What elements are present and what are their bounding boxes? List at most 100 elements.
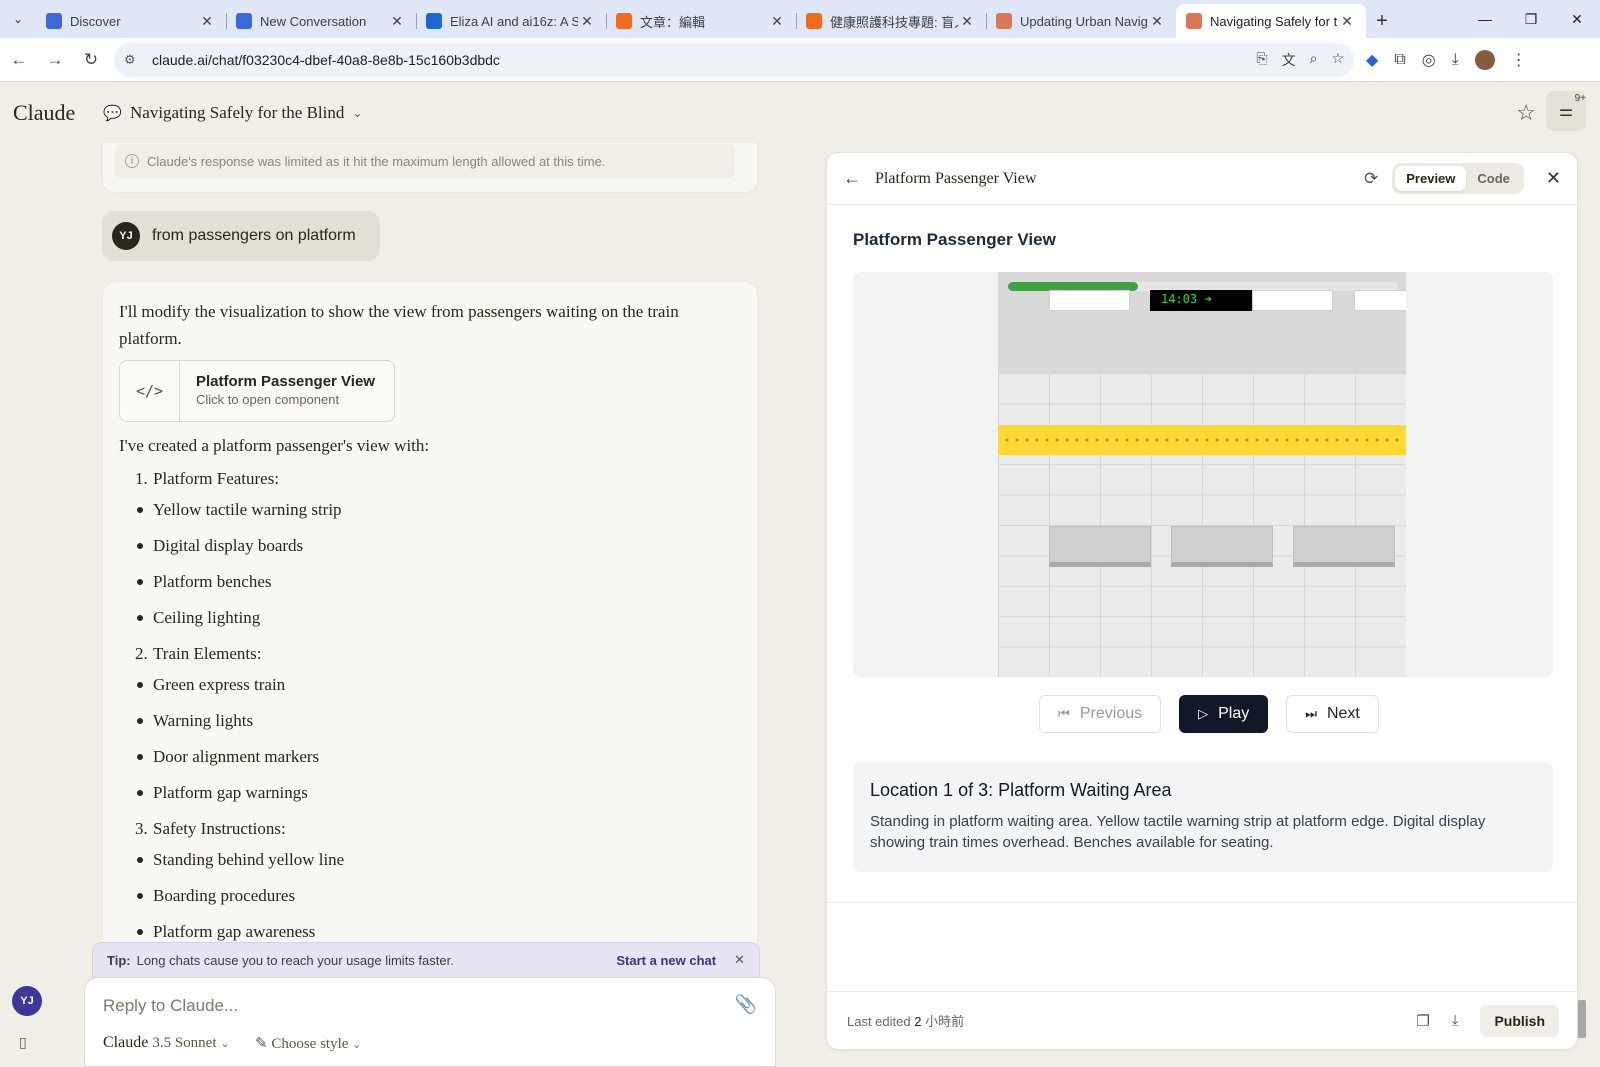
chevron-down-icon: ⌄ xyxy=(352,105,363,120)
skip-forward-icon: ⏭ xyxy=(1305,706,1317,721)
lightning-icon xyxy=(46,13,62,29)
bookmark-star-icon[interactable]: ☆ xyxy=(1331,50,1344,70)
restore-icon[interactable]: ❐ xyxy=(1508,0,1554,38)
list-number: 3. xyxy=(135,819,148,838)
list-item: Door alignment markers xyxy=(119,743,741,770)
tab-code[interactable]: Code xyxy=(1466,166,1521,191)
artifact-panel-header: ← Platform Passenger View ⟳ Preview Code… xyxy=(827,153,1577,205)
install-app-icon[interactable]: ⎘ xyxy=(1256,50,1267,70)
style-selector[interactable]: ✎ Choose style ⌄ xyxy=(255,1034,361,1053)
chat-bubble-icon: 💬 xyxy=(103,105,123,122)
composer: Reply to Claude... 📎 Claude 3.5 Sonnet ⌄… xyxy=(84,977,776,1067)
model-selector[interactable]: Claude 3.5 Sonnet ⌄ xyxy=(103,1034,230,1052)
refresh-icon[interactable]: ⟳ xyxy=(1364,169,1378,189)
close-panel-icon[interactable]: ✕ xyxy=(1546,168,1561,189)
list-heading-text: Train Elements: xyxy=(153,644,262,663)
platform-bench xyxy=(1293,526,1395,567)
browser-tab[interactable]: 文章：編輯 ✕ xyxy=(606,4,796,38)
tab-preview[interactable]: Preview xyxy=(1395,166,1467,191)
reload-icon[interactable]: ↻ xyxy=(74,43,108,77)
close-tab-icon[interactable]: ✕ xyxy=(388,13,406,30)
close-tab-icon[interactable]: ✕ xyxy=(198,13,216,30)
url-text: claude.ai/chat/f03230c4-dbef-40a8-8e8b-1… xyxy=(152,51,500,68)
close-tab-icon[interactable]: ✕ xyxy=(958,13,976,30)
conversation-title-button[interactable]: 💬 Navigating Safely for the Blind ⌄ xyxy=(103,103,362,123)
minimize-icon[interactable]: — xyxy=(1462,0,1508,38)
browser-tab-title: Navigating Safely for th xyxy=(1210,13,1338,29)
translate-icon[interactable]: 文 xyxy=(1282,50,1296,70)
address-bar: ← → ↻ ⚙ claude.ai/chat/f03230c4-dbef-40a… xyxy=(0,38,1600,82)
close-tab-icon[interactable]: ✕ xyxy=(1338,13,1356,30)
lightning-icon xyxy=(236,13,252,29)
claude-icon xyxy=(996,13,1012,29)
floor-tiles xyxy=(998,373,1406,677)
previous-label: Previous xyxy=(1079,705,1143,722)
browser-tab[interactable]: Discover ✕ xyxy=(36,4,226,38)
copy-icon[interactable]: ❐ xyxy=(1416,1012,1429,1030)
list-item: Standing behind yellow line xyxy=(119,846,741,873)
close-tab-icon[interactable]: ✕ xyxy=(768,13,786,30)
url-field[interactable]: ⚙ claude.ai/chat/f03230c4-dbef-40a8-8e8b… xyxy=(114,42,1354,77)
assistant-intro: I'll modify the visualization to show th… xyxy=(119,302,679,348)
sidebar-toggle-icon[interactable]: ▯ xyxy=(19,1034,27,1051)
chat-settings-button[interactable]: ⚌ 9+ xyxy=(1546,91,1586,131)
extensions-puzzle-icon[interactable]: ⧉ xyxy=(1394,51,1405,69)
profile-avatar[interactable] xyxy=(1474,49,1495,70)
scene-canvas: 14:03 ➜ xyxy=(998,272,1406,677)
open-artifact-button[interactable]: </> Platform Passenger View Click to ope… xyxy=(119,360,395,422)
blogger-icon xyxy=(616,13,632,29)
browser-menu-icon[interactable]: ⋮ xyxy=(1511,50,1527,70)
browser-tab-title: New Conversation xyxy=(260,13,367,29)
forward-icon[interactable]: → xyxy=(38,43,72,77)
list-item: Boarding procedures xyxy=(119,882,741,909)
page-scrollbar[interactable] xyxy=(1578,1000,1586,1038)
last-edited-suffix: 小時前 xyxy=(925,1014,965,1029)
start-new-chat-link[interactable]: Start a new chat xyxy=(616,953,716,968)
browser-tab[interactable]: 健康照護科技專題: 盲人 ✕ xyxy=(796,4,986,38)
extension-icon[interactable]: ◆ xyxy=(1366,50,1378,70)
browser-tab[interactable]: Eliza AI and ai16z: A Su ✕ xyxy=(416,4,606,38)
info-icon: i xyxy=(125,154,139,168)
claude-icon xyxy=(1186,13,1202,29)
train-time-display: 14:03 ➜ xyxy=(1150,290,1252,311)
sliders-icon: ⚌ xyxy=(1558,103,1574,120)
tip-label: Tip: xyxy=(107,952,131,968)
reply-input[interactable]: Reply to Claude... xyxy=(103,996,238,1016)
list-item: Yellow tactile warning strip xyxy=(119,496,741,523)
performance-icon[interactable]: ◎ xyxy=(1422,50,1436,70)
zoom-icon[interactable]: ⌕ xyxy=(1310,50,1318,70)
previous-button[interactable]: ⏮ Previous xyxy=(1039,695,1162,733)
browser-tab[interactable]: New Conversation ✕ xyxy=(226,4,416,38)
browser-tab-title: 文章：編輯 xyxy=(640,14,706,30)
download-icon[interactable]: ⤓ xyxy=(1452,1012,1459,1029)
account-avatar[interactable]: YJ xyxy=(12,986,42,1016)
close-tab-icon[interactable]: ✕ xyxy=(1148,13,1166,30)
back-arrow-icon[interactable]: ← xyxy=(843,168,861,189)
back-icon[interactable]: ← xyxy=(2,43,36,77)
next-button[interactable]: ⏭ Next xyxy=(1286,695,1379,733)
download-icon[interactable]: ⤓ xyxy=(1452,51,1459,69)
chevron-down-icon: ⌄ xyxy=(352,1039,362,1051)
tab-search-icon[interactable]: ⌄ xyxy=(0,0,36,38)
next-label: Next xyxy=(1326,705,1360,722)
paperclip-icon[interactable]: 📎 xyxy=(735,994,757,1015)
browser-tab[interactable]: Navigating Safely for th ✕ xyxy=(1176,4,1366,38)
app-header: Claude 💬 Navigating Safely for the Blind… xyxy=(0,83,1600,143)
publish-button[interactable]: Publish xyxy=(1480,1004,1559,1037)
star-icon[interactable]: ☆ xyxy=(1516,100,1536,126)
model-version: 3.5 Sonnet xyxy=(152,1035,217,1051)
claude-logo[interactable]: Claude xyxy=(13,100,75,126)
new-tab-button[interactable]: + xyxy=(1366,4,1398,38)
close-tab-icon[interactable]: ✕ xyxy=(578,13,596,30)
close-icon[interactable]: ✕ xyxy=(734,952,745,968)
list-item: Platform benches xyxy=(119,568,741,595)
view-toggle: Preview Code xyxy=(1392,163,1524,194)
location-description: Standing in platform waiting area. Yello… xyxy=(870,813,1486,851)
close-window-icon[interactable]: ✕ xyxy=(1554,0,1600,38)
chat-column: i Claude's response was limited as it hi… xyxy=(100,143,760,943)
site-info-icon[interactable]: ⚙ xyxy=(124,52,146,68)
play-button[interactable]: ▷ Play xyxy=(1179,695,1269,733)
browser-tab[interactable]: Updating Urban Navig ✕ xyxy=(986,4,1176,38)
conversation-title: Navigating Safely for the Blind xyxy=(130,103,345,122)
list-item: Platform gap awareness xyxy=(119,918,741,943)
